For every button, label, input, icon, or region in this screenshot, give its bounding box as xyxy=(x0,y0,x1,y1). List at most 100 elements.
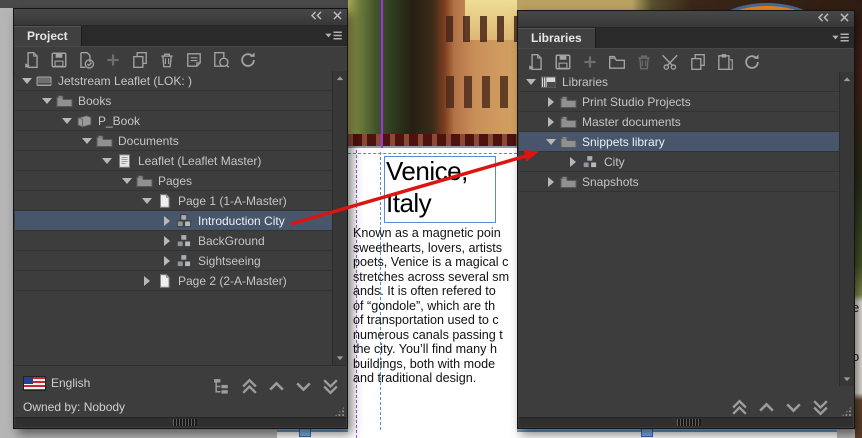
horizontal-scrollbar[interactable] xyxy=(15,417,346,427)
tree-item-sightseeing[interactable]: Sightseeing xyxy=(15,251,332,271)
chevron-down-icon[interactable] xyxy=(21,75,32,86)
snippet-cubes-icon xyxy=(176,254,193,268)
paste-button[interactable] xyxy=(716,53,734,71)
new-document-button[interactable] xyxy=(23,51,41,69)
tree-item-documents[interactable]: Documents xyxy=(15,131,332,151)
chevron-down-icon[interactable] xyxy=(141,195,152,206)
scroll-up-icon[interactable] xyxy=(842,74,852,84)
document-view[interactable]: Venice, Italy Known as a magnetic poin s… xyxy=(348,0,517,438)
close-icon[interactable] xyxy=(333,11,342,20)
notes-button[interactable] xyxy=(185,51,203,69)
chevron-right-icon[interactable] xyxy=(161,215,172,226)
chevron-up-icon[interactable] xyxy=(267,378,286,395)
chevron-right-icon[interactable] xyxy=(545,96,556,107)
tree-item-page-1[interactable]: Page 1 (1-A-Master) xyxy=(15,191,332,211)
cut-button[interactable] xyxy=(662,53,680,71)
dock-collapse-icon[interactable] xyxy=(817,13,830,22)
refresh-button[interactable] xyxy=(239,51,257,69)
body-text-frame[interactable]: Known as a magnetic poin sweethearts, lo… xyxy=(353,226,517,386)
tree-item-master-documents[interactable]: Master documents xyxy=(519,112,839,132)
dock-collapse-icon[interactable] xyxy=(310,11,323,20)
save-status-button[interactable] xyxy=(77,51,95,69)
tab-project[interactable]: Project xyxy=(14,26,82,46)
tree-item-introduction-city[interactable]: Introduction City xyxy=(15,211,332,231)
double-chevron-up-icon[interactable] xyxy=(730,399,749,416)
double-chevron-up-icon[interactable] xyxy=(240,378,259,395)
tree-item-label: Page 1 (1-A-Master) xyxy=(178,193,287,208)
chevron-right-icon[interactable] xyxy=(567,156,578,167)
close-icon[interactable] xyxy=(840,13,849,22)
chevron-down-icon[interactable] xyxy=(294,378,313,395)
scroll-up-icon[interactable] xyxy=(335,73,345,83)
chevron-right-icon[interactable] xyxy=(161,235,172,246)
save-button[interactable] xyxy=(554,53,572,71)
tree-item-label: Leaflet (Leaflet Master) xyxy=(138,153,262,168)
save-button[interactable] xyxy=(50,51,68,69)
add-button[interactable] xyxy=(581,53,599,71)
tree-item-label: Snippets library xyxy=(582,134,665,149)
chevron-right-icon[interactable] xyxy=(545,176,556,187)
duplicate-button[interactable] xyxy=(131,51,149,69)
tree-item-jetstream-leaflet[interactable]: Jetstream Leaflet (LOK: ) xyxy=(15,71,332,91)
chevron-down-icon[interactable] xyxy=(784,399,803,416)
tree-item-leaflet[interactable]: Leaflet (Leaflet Master) xyxy=(15,151,332,171)
chevron-right-icon[interactable] xyxy=(141,275,152,286)
chevron-down-icon[interactable] xyxy=(81,135,92,146)
chevron-down-icon[interactable] xyxy=(41,95,52,106)
preview-search-button[interactable] xyxy=(212,51,230,69)
tree-item-books[interactable]: Books xyxy=(15,91,332,111)
tree-item-pages[interactable]: Pages xyxy=(15,171,332,191)
horizontal-scrollbar[interactable] xyxy=(519,417,853,427)
project-panel: Project Jetstream Leaflet (LOK: ) Books … xyxy=(13,8,348,429)
background-page-edge: e o xyxy=(855,0,862,438)
tree-item-print-studio-projects[interactable]: Print Studio Projects xyxy=(519,92,839,112)
chevron-down-icon[interactable] xyxy=(61,115,72,126)
scroll-down-icon[interactable] xyxy=(842,374,852,384)
tree-item-page-2[interactable]: Page 2 (2-A-Master) xyxy=(15,271,332,291)
chevron-right-icon[interactable] xyxy=(161,255,172,266)
chevron-right-icon[interactable] xyxy=(545,116,556,127)
tab-libraries[interactable]: Libraries xyxy=(518,28,596,48)
vertical-scrollbar[interactable] xyxy=(332,71,347,365)
vertical-scrollbar[interactable] xyxy=(839,72,854,386)
headline-text[interactable]: Venice, Italy xyxy=(386,155,468,219)
add-button[interactable] xyxy=(104,51,122,69)
venice-photo[interactable] xyxy=(348,0,517,148)
tree-item-background[interactable]: BackGround xyxy=(15,231,332,251)
tree-item-city[interactable]: City xyxy=(519,152,839,172)
scrollbar-handle[interactable] xyxy=(173,419,197,426)
background-orange-ellipse xyxy=(713,3,821,10)
delete-button[interactable] xyxy=(635,53,653,71)
new-folder-button[interactable] xyxy=(608,53,626,71)
photo-windows xyxy=(446,16,517,42)
text-frame-dashed-top xyxy=(348,153,517,154)
resize-grip[interactable] xyxy=(334,406,345,417)
copy-button[interactable] xyxy=(689,53,707,71)
refresh-button[interactable] xyxy=(743,53,761,71)
panel-menu-icon[interactable] xyxy=(324,30,343,41)
tree-item-snippets-library[interactable]: Snippets library xyxy=(519,132,839,152)
libraries-titlebar[interactable] xyxy=(518,11,854,28)
new-document-button[interactable] xyxy=(527,53,545,71)
tree-item-p-book[interactable]: P_Book xyxy=(15,111,332,131)
double-chevron-down-icon[interactable] xyxy=(321,378,340,395)
delete-button[interactable] xyxy=(158,51,176,69)
tree-item-snapshots[interactable]: Snapshots xyxy=(519,172,839,192)
chevron-down-icon[interactable] xyxy=(121,175,132,186)
body-line: poets, Venice is a magical c xyxy=(353,255,509,269)
chevron-down-icon[interactable] xyxy=(101,155,112,166)
project-titlebar[interactable] xyxy=(14,9,347,26)
chevron-up-icon[interactable] xyxy=(757,399,776,416)
document-icon xyxy=(116,154,133,168)
tree-view-icon[interactable] xyxy=(213,378,232,395)
chevron-down-icon[interactable] xyxy=(545,136,556,147)
resize-grip[interactable] xyxy=(841,406,852,417)
panel-menu-icon[interactable] xyxy=(831,32,850,43)
folder-icon xyxy=(560,135,577,149)
tree-item-libraries-root[interactable]: Libraries xyxy=(519,72,839,92)
double-chevron-down-icon[interactable] xyxy=(811,399,830,416)
scrollbar-handle[interactable] xyxy=(677,419,701,426)
scroll-down-icon[interactable] xyxy=(335,353,345,363)
chevron-down-icon[interactable] xyxy=(525,76,536,87)
libraries-panel: Libraries Libraries Print Studio Project… xyxy=(517,10,855,429)
